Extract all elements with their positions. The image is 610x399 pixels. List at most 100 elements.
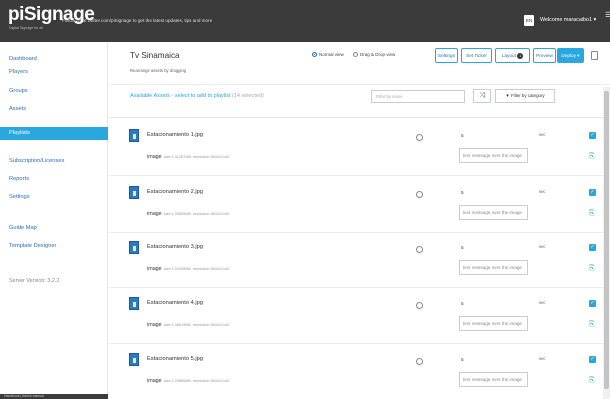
clock-icon[interactable] (416, 191, 423, 198)
sidebar-item-assets[interactable]: Assets (0, 103, 108, 116)
checkbox-checked-icon[interactable]: ✓ (589, 244, 596, 251)
asset-thumbnail (129, 186, 139, 199)
sidebar-item-settings[interactable]: Settings (0, 191, 108, 204)
filter-by-name-input[interactable]: Filter by name (371, 90, 465, 103)
clock-icon[interactable] (416, 358, 423, 365)
language-selector[interactable]: EN (524, 15, 534, 26)
asset-name[interactable]: Estacionamiento 2.jpg (147, 189, 203, 195)
asset-resolution: resolution:3840x2160 (192, 212, 230, 216)
duration-input[interactable]: 5 (459, 187, 519, 198)
duration-input[interactable]: 5 (459, 242, 519, 253)
asset-name[interactable]: Estacionamiento 4.jpg (147, 300, 203, 306)
brand-tagline: Digital Signage for all (9, 26, 43, 30)
layout-label: Layout (501, 53, 516, 58)
drag-drop-view-option[interactable]: Drag & Drop view (353, 52, 395, 57)
sidebar-item-players[interactable]: Players (0, 66, 108, 79)
follow-message[interactable]: Follow us at twitter.com/piSignage to ge… (62, 18, 212, 23)
copy-icon[interactable]: ⎘ (589, 265, 596, 273)
clock-icon[interactable] (416, 302, 423, 309)
sidebar-item-guide-map[interactable]: Guide Map (0, 222, 108, 235)
checkbox-checked-icon[interactable]: ✓ (589, 189, 596, 196)
divider (109, 84, 610, 85)
divider (109, 117, 610, 118)
message-input[interactable]: text message over the image (459, 316, 528, 331)
asset-row[interactable]: Estacionamiento 5.jpg image size:2.24866MB… (109, 343, 603, 399)
sidebar-item-template-designer[interactable]: Template Designer (0, 240, 108, 253)
sidebar-item-dashboard[interactable]: Dashboard (0, 53, 108, 66)
asset-resolution: resolution:3840x2160 (192, 267, 230, 271)
playlist-title: Tv Sinamaica (130, 51, 180, 60)
selected-count: (14 selected) (232, 93, 264, 99)
playlist-editor: Tv Sinamaica Rearrange assets by draggin… (109, 42, 610, 399)
layout-button[interactable]: Layout 1 (495, 48, 530, 63)
asset-type: image size:2.24866MB resolution:3840x2160 (147, 378, 229, 384)
duration-input[interactable]: 5 (459, 130, 519, 141)
asset-row[interactable]: Estacionamiento 4.jpg image size:1.48819MB… (109, 287, 603, 344)
message-input[interactable]: text message over the image (459, 260, 528, 275)
copy-icon[interactable]: ⎘ (589, 377, 596, 385)
asset-row[interactable]: Estacionamiento 1.jpg image size:1.41287MB… (109, 119, 603, 176)
sidebar: Dashboard Players Groups Assets Playlist… (0, 42, 108, 399)
sidebar-footer[interactable]: Handbook | Admin manual (0, 394, 108, 399)
sidebar-item-reports[interactable]: Reports (0, 173, 108, 186)
message-input[interactable]: text message over the image (459, 148, 528, 163)
asset-type-label: image (147, 378, 162, 384)
scrollbar-thumb[interactable] (604, 91, 609, 389)
asset-thumbnail (129, 129, 139, 142)
message-input[interactable]: text message over the image (459, 372, 528, 387)
asset-resolution: resolution:3840x2160 (192, 379, 230, 383)
layout-count-badge: 1 (517, 53, 524, 59)
available-assets-label: Available Assets - select to add to play… (130, 93, 231, 99)
copy-icon[interactable]: ⎘ (589, 321, 596, 329)
asset-type-label: image (147, 322, 162, 328)
asset-name[interactable]: Estacionamiento 1.jpg (147, 132, 203, 138)
top-navbar: piSignage Digital Signage for all Follow… (0, 0, 610, 42)
asset-row[interactable]: Estacionamiento 2.jpg image size:1.33659MB… (109, 176, 603, 233)
asset-size: size:2.24866MB (163, 379, 191, 383)
asset-thumbnail (129, 297, 139, 310)
normal-view-label: Normal view (319, 52, 344, 57)
radio-checked-icon[interactable] (312, 52, 317, 57)
filter-category-button[interactable]: ▼ Filter by category (495, 89, 555, 103)
asset-name[interactable]: Estacionamiento 3.jpg (147, 244, 203, 250)
set-ticker-button[interactable]: Set Ticker (461, 48, 492, 63)
asset-size: size:1.33659MB (163, 212, 191, 216)
asset-thumbnail (129, 353, 139, 366)
copy-icon[interactable]: ⎘ (589, 153, 596, 161)
scrollbar[interactable] (603, 87, 610, 399)
asset-type-label: image (147, 211, 162, 217)
sidebar-item-groups[interactable]: Groups (0, 85, 108, 98)
duration-input[interactable]: 5 (459, 298, 519, 309)
duration-input[interactable]: 5 (459, 354, 519, 365)
asset-row[interactable]: Estacionamiento 3.jpg image size:1.53208MB… (109, 231, 603, 288)
asset-name[interactable]: Estacionamiento 5.jpg (147, 356, 203, 362)
asset-type: image size:1.33659MB resolution:3840x2160 (147, 211, 229, 217)
preview-button[interactable]: Preview (533, 48, 556, 63)
duration-unit: sec (539, 132, 546, 137)
deploy-button[interactable]: Deploy ▾ (557, 48, 584, 63)
normal-view-option[interactable]: Normal view (312, 52, 344, 57)
shuffle-icon[interactable]: ⤨ (473, 89, 491, 103)
checkbox-checked-icon[interactable]: ✓ (589, 132, 596, 139)
message-input[interactable]: text message over the image (459, 205, 528, 220)
trash-icon[interactable] (591, 51, 598, 60)
available-assets-link[interactable]: Available Assets - select to add to play… (130, 93, 264, 99)
sidebar-item-playlists[interactable]: Playlists (0, 127, 108, 140)
settings-button[interactable]: Settings (435, 48, 458, 63)
duration-unit: sec (539, 300, 546, 305)
radio-icon[interactable] (353, 52, 358, 57)
duration-unit: sec (539, 356, 546, 361)
copy-icon[interactable]: ⎘ (589, 210, 596, 218)
user-menu[interactable]: Welcome maracaibo1 ▾ (540, 17, 596, 23)
server-version: Server Version: 3.2.2 (9, 278, 60, 284)
asset-resolution: resolution:3840x2160 (192, 323, 230, 327)
asset-size: size:1.48819MB (163, 323, 191, 327)
checkbox-checked-icon[interactable]: ✓ (589, 356, 596, 363)
duration-unit: sec (539, 189, 546, 194)
asset-type: image size:1.53208MB resolution:3840x2160 (147, 266, 229, 272)
checkbox-checked-icon[interactable]: ✓ (589, 300, 596, 307)
clock-icon[interactable] (416, 134, 423, 141)
menu-icon[interactable]: ☰ (605, 12, 610, 19)
clock-icon[interactable] (416, 246, 423, 253)
sidebar-item-subscription[interactable]: Subscription/Licenses (0, 155, 108, 168)
